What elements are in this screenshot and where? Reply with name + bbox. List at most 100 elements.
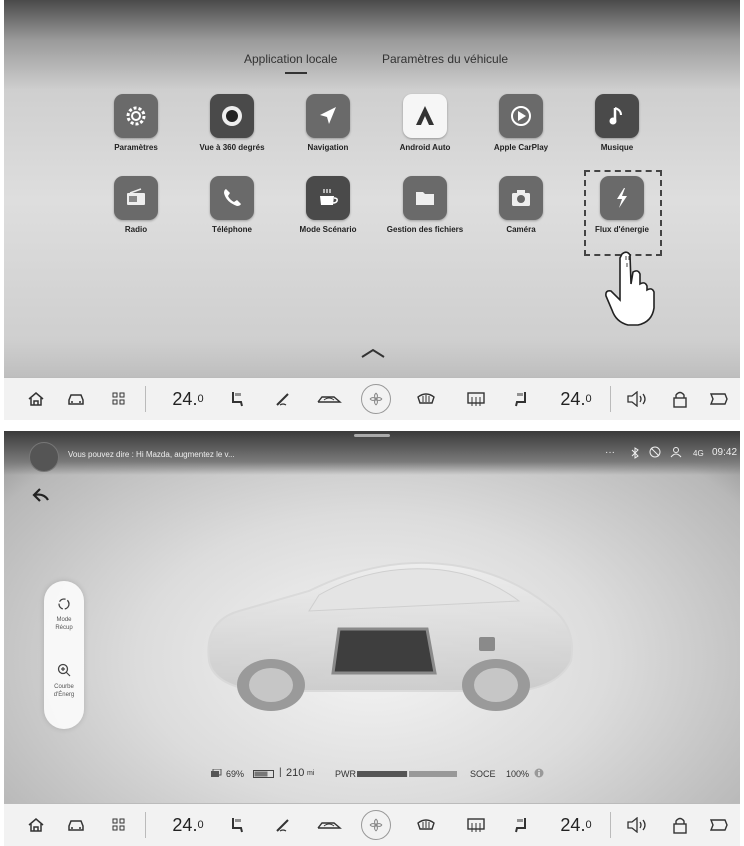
no-signal-icon bbox=[649, 446, 661, 458]
tab-parametres-vehicule[interactable]: Paramètres du véhicule bbox=[382, 52, 508, 66]
pwr-label: PWR bbox=[335, 769, 356, 779]
tab-application-locale[interactable]: Application locale bbox=[244, 52, 337, 66]
energy-info-bar: 69% | 210 mi PWR SOCE 100% bbox=[4, 767, 740, 783]
range-separator: | bbox=[279, 767, 282, 778]
temp-left[interactable]: 24. 0 bbox=[168, 813, 208, 837]
rear-seat-icon[interactable] bbox=[707, 813, 731, 837]
temp-right-value: 24. bbox=[560, 388, 586, 409]
temp-left[interactable]: 24. 0 bbox=[168, 387, 208, 411]
temp-left-decimal: 0 bbox=[197, 393, 204, 405]
recup-cycle-icon bbox=[58, 598, 70, 610]
divider bbox=[610, 812, 611, 838]
soce-value: 100% bbox=[506, 769, 530, 779]
apps-grid-icon[interactable] bbox=[109, 813, 129, 837]
seat-heat-left-icon[interactable] bbox=[226, 813, 248, 837]
temp-right-decimal: 0 bbox=[585, 819, 592, 831]
app-musique[interactable]: Musique bbox=[569, 94, 665, 152]
temp-left-value: 24. bbox=[172, 388, 198, 409]
front-defrost-icon[interactable] bbox=[414, 387, 438, 411]
home-icon[interactable] bbox=[26, 813, 46, 837]
phone-icon bbox=[210, 176, 254, 220]
power-gauge bbox=[357, 771, 457, 777]
front-defrost-icon[interactable] bbox=[414, 813, 438, 837]
divider bbox=[145, 812, 146, 838]
app-label: Musique bbox=[600, 143, 634, 152]
camera-360-icon bbox=[210, 94, 254, 138]
air-recirculation-icon[interactable] bbox=[314, 387, 344, 411]
rear-seat-icon[interactable] bbox=[707, 387, 731, 411]
highlight-dashed-box bbox=[584, 170, 662, 256]
app-label: Caméra bbox=[506, 225, 536, 234]
temp-right[interactable]: 24. 0 bbox=[556, 387, 596, 411]
mode-recup-label2: Récup bbox=[55, 625, 73, 631]
app-mode-scenario[interactable]: Mode Scénario bbox=[280, 176, 376, 234]
music-note-icon bbox=[595, 94, 639, 138]
user-icon bbox=[670, 447, 682, 458]
climate-bar: 24. 0 24. 0 bbox=[4, 377, 740, 420]
temp-left-value: 24. bbox=[172, 814, 198, 835]
fan-button[interactable] bbox=[360, 810, 392, 840]
steering-heat-icon[interactable] bbox=[272, 387, 294, 411]
temp-left-decimal: 0 bbox=[197, 819, 204, 831]
courbe-label2: d'Énerg bbox=[53, 692, 75, 698]
app-radio[interactable]: Radio bbox=[88, 176, 184, 234]
vehicle-energy-illustration bbox=[207, 561, 573, 711]
app-vue-360[interactable]: Vue à 360 degrés bbox=[184, 94, 280, 152]
courbe-energie-button[interactable]: Courbe d'Énerg bbox=[44, 663, 84, 711]
app-android-auto[interactable]: Android Auto bbox=[377, 94, 473, 152]
volume-icon[interactable] bbox=[624, 387, 652, 411]
folder-icon bbox=[403, 176, 447, 220]
lock-icon[interactable] bbox=[669, 813, 691, 837]
back-arrow-icon[interactable] bbox=[32, 487, 50, 503]
app-label: Radio bbox=[124, 225, 148, 234]
temp-right[interactable]: 24. 0 bbox=[556, 813, 596, 837]
range-value: 210 bbox=[286, 767, 305, 779]
launcher-tabs: Application locale Paramètres du véhicul… bbox=[4, 52, 740, 76]
climate-bar: 24. 0 24. 0 bbox=[4, 803, 740, 846]
fan-icon bbox=[361, 810, 391, 840]
fan-button[interactable] bbox=[360, 384, 392, 414]
app-label: Navigation bbox=[307, 143, 349, 152]
zoom-curve-icon bbox=[57, 663, 71, 677]
chevron-up-icon[interactable] bbox=[360, 348, 386, 358]
app-label: Paramètres bbox=[114, 143, 158, 152]
car-icon[interactable] bbox=[64, 387, 88, 411]
rear-defrost-icon[interactable] bbox=[464, 387, 488, 411]
battery-stack-icon bbox=[211, 769, 222, 777]
temp-right-value: 24. bbox=[560, 814, 586, 835]
home-icon[interactable] bbox=[26, 387, 46, 411]
side-panel: Mode Récup Courbe d'Énerg bbox=[44, 581, 84, 729]
seat-heat-right-icon[interactable] bbox=[510, 813, 532, 837]
cup-icon bbox=[306, 176, 350, 220]
apps-grid-icon[interactable] bbox=[109, 387, 129, 411]
app-label: Apple CarPlay bbox=[493, 143, 549, 152]
divider bbox=[145, 386, 146, 412]
navigation-arrow-icon bbox=[306, 94, 350, 138]
app-apple-carplay[interactable]: Apple CarPlay bbox=[473, 94, 569, 152]
fan-icon bbox=[361, 384, 391, 414]
rear-defrost-icon[interactable] bbox=[464, 813, 488, 837]
app-gestion-fichiers[interactable]: Gestion des fichiers bbox=[377, 176, 473, 234]
steering-heat-icon[interactable] bbox=[272, 813, 294, 837]
volume-icon[interactable] bbox=[624, 813, 652, 837]
battery-percent: 69% bbox=[226, 769, 245, 779]
app-camera[interactable]: Caméra bbox=[473, 176, 569, 234]
app-navigation[interactable]: Navigation bbox=[280, 94, 376, 152]
app-telephone[interactable]: Téléphone bbox=[184, 176, 280, 234]
drag-handle[interactable] bbox=[354, 434, 390, 437]
app-label: Vue à 360 degrés bbox=[199, 143, 265, 152]
app-launcher-screen: Application locale Paramètres du véhicul… bbox=[4, 0, 740, 420]
range-unit: mi bbox=[307, 770, 315, 777]
app-parametres[interactable]: Paramètres bbox=[88, 94, 184, 152]
avatar[interactable] bbox=[29, 442, 59, 472]
signal-label: 4G bbox=[693, 449, 704, 458]
mode-recup-button[interactable]: Mode Récup bbox=[44, 597, 84, 641]
seat-heat-right-icon[interactable] bbox=[510, 387, 532, 411]
air-recirculation-icon[interactable] bbox=[314, 813, 344, 837]
voice-hint: Vous pouvez dire : Hi Mazda, augmentez l… bbox=[68, 450, 235, 459]
car-icon[interactable] bbox=[64, 813, 88, 837]
seat-heat-left-icon[interactable] bbox=[226, 387, 248, 411]
info-icon[interactable] bbox=[534, 768, 544, 778]
lock-icon[interactable] bbox=[669, 387, 691, 411]
clock: 09:42 bbox=[712, 447, 738, 458]
